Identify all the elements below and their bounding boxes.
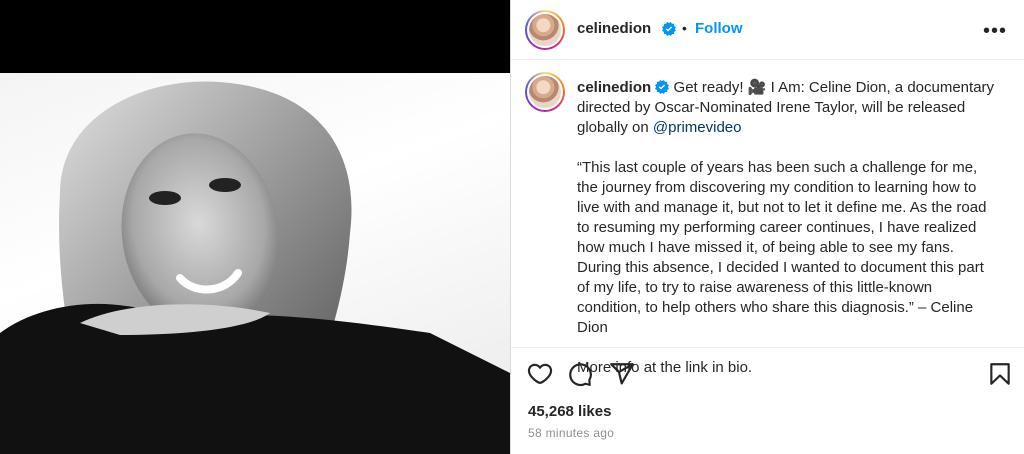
caption-username[interactable]: celinedion bbox=[577, 79, 651, 96]
username[interactable]: celinedion bbox=[577, 20, 651, 37]
post-timestamp[interactable]: 58 minutes ago bbox=[528, 426, 614, 440]
separator-dot: • bbox=[682, 20, 687, 36]
caption-verified-badge-icon bbox=[655, 80, 670, 94]
post-sidebar: celinedion • Follow ••• celinedion Get r… bbox=[510, 0, 1024, 454]
mention-link[interactable]: @primevideo bbox=[653, 119, 742, 136]
post-photo bbox=[0, 73, 510, 454]
instagram-post: celinedion • Follow ••• celinedion Get r… bbox=[0, 0, 1024, 454]
avatar[interactable] bbox=[525, 10, 565, 50]
follow-button[interactable]: Follow bbox=[695, 20, 743, 37]
post-media[interactable] bbox=[0, 0, 510, 454]
send-icon[interactable] bbox=[609, 361, 635, 387]
post-header: celinedion • Follow ••• bbox=[511, 0, 1024, 60]
likes-count[interactable]: 45,268 likes bbox=[528, 403, 611, 420]
caption-quote: “This last couple of years has been such… bbox=[577, 159, 987, 336]
verified-badge-icon bbox=[662, 22, 676, 36]
caption-lead: Get ready! bbox=[673, 79, 748, 96]
post-caption: celinedion Get ready! 🎥 I Am: Celine Dio… bbox=[577, 78, 997, 378]
bookmark-icon[interactable] bbox=[987, 361, 1013, 387]
more-options-icon[interactable]: ••• bbox=[983, 20, 1007, 43]
heart-icon[interactable] bbox=[527, 361, 553, 387]
camera-emoji: 🎥 bbox=[747, 79, 767, 96]
comment-icon[interactable] bbox=[567, 361, 593, 387]
caption-avatar[interactable] bbox=[525, 72, 565, 112]
